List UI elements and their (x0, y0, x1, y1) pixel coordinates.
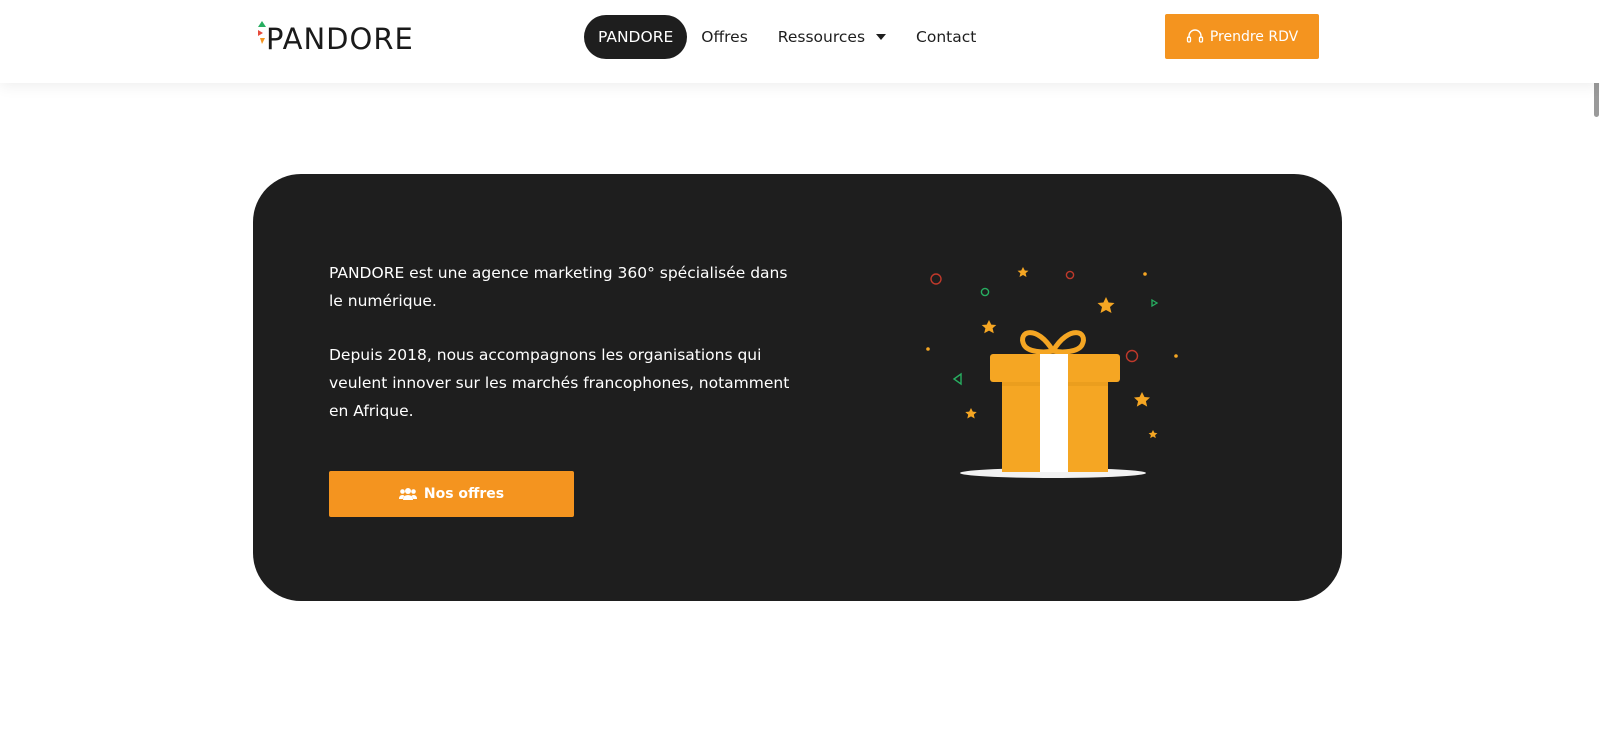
headset-icon (1186, 28, 1203, 43)
nav-item-pandore[interactable]: PANDORE (584, 15, 688, 59)
nav-item-ressources-label: Ressources (777, 28, 866, 46)
hero-card: PANDORE est une agence marketing 360° sp… (253, 174, 1342, 601)
gift-box-icon (926, 267, 1178, 478)
caret-down-icon (876, 34, 887, 40)
hero-text: PANDORE est une agence marketing 360° sp… (329, 259, 799, 451)
nav-item-contact[interactable]: Contact (900, 15, 990, 59)
prendre-rdv-label: Prendre RDV (1209, 28, 1299, 45)
hero-paragraph-1: PANDORE est une agence marketing 360° sp… (329, 264, 788, 310)
nav-item-offres[interactable]: Offres (687, 15, 762, 59)
pandore-logo[interactable]: PANDORE (258, 20, 433, 56)
nav-item-ressources[interactable]: Ressources (762, 15, 900, 59)
prendre-rdv-button[interactable]: Prendre RDV (1165, 14, 1319, 59)
page-scrollbar[interactable] (1592, 0, 1600, 736)
site-header: PANDORE PANDORE Offres Ressources Contac… (0, 0, 1600, 83)
nos-offres-button[interactable]: Nos offres (329, 471, 574, 517)
hero-paragraph-2: Depuis 2018, nous accompagnons les organ… (329, 346, 790, 420)
main-nav: PANDORE Offres Ressources Contact (584, 15, 990, 59)
logo-text: PANDORE (266, 22, 414, 56)
people-icon (398, 488, 417, 500)
nos-offres-label: Nos offres (423, 486, 505, 502)
